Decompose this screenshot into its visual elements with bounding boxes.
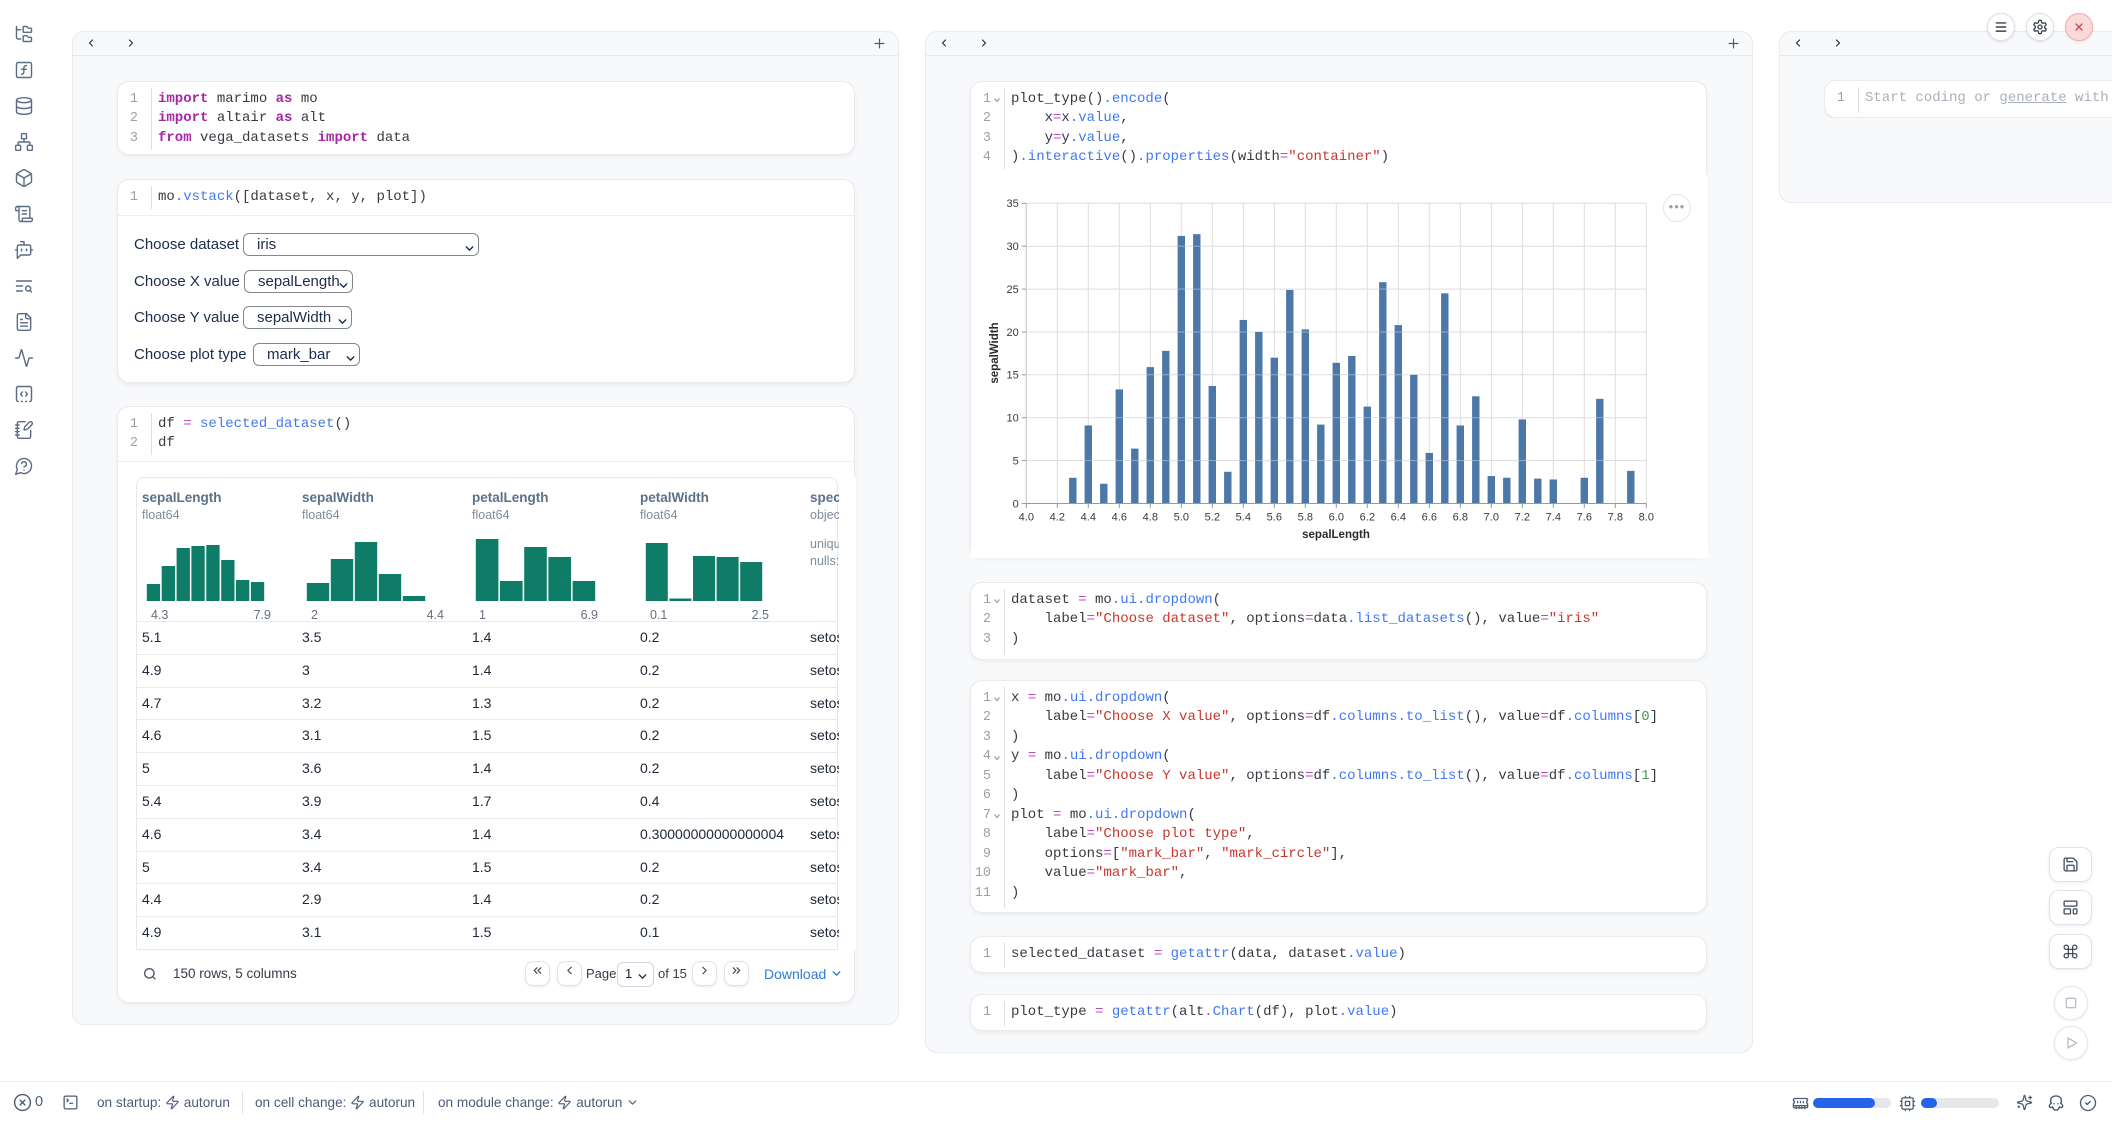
svg-text:6.4: 6.4 xyxy=(1391,512,1406,524)
svg-text:4.8: 4.8 xyxy=(1143,512,1158,524)
svg-text:5.6: 5.6 xyxy=(1267,512,1282,524)
svg-text:6.8: 6.8 xyxy=(1453,512,1468,524)
svg-text:20: 20 xyxy=(1007,327,1019,339)
svg-text:7.4: 7.4 xyxy=(1546,512,1561,524)
svg-text:4.0: 4.0 xyxy=(1019,512,1034,524)
svg-text:5: 5 xyxy=(1013,455,1019,467)
svg-text:35: 35 xyxy=(1007,198,1019,210)
svg-text:30: 30 xyxy=(1007,241,1019,253)
svg-text:4.6: 4.6 xyxy=(1112,512,1127,524)
svg-text:6.2: 6.2 xyxy=(1360,512,1375,524)
svg-text:4.4: 4.4 xyxy=(1081,512,1096,524)
svg-text:10: 10 xyxy=(1007,413,1019,425)
svg-text:7.2: 7.2 xyxy=(1515,512,1530,524)
svg-text:5.4: 5.4 xyxy=(1236,512,1251,524)
svg-text:sepalWidth: sepalWidth xyxy=(989,322,1001,383)
svg-text:4.2: 4.2 xyxy=(1050,512,1065,524)
svg-text:6.0: 6.0 xyxy=(1329,512,1344,524)
svg-text:6.6: 6.6 xyxy=(1422,512,1437,524)
svg-text:7.0: 7.0 xyxy=(1484,512,1499,524)
svg-text:7.8: 7.8 xyxy=(1608,512,1623,524)
svg-text:15: 15 xyxy=(1007,370,1019,382)
svg-text:0: 0 xyxy=(1013,498,1019,510)
svg-text:8.0: 8.0 xyxy=(1639,512,1654,524)
svg-text:5.2: 5.2 xyxy=(1205,512,1220,524)
svg-text:sepalLength: sepalLength xyxy=(1302,529,1370,541)
svg-text:5.0: 5.0 xyxy=(1174,512,1189,524)
svg-text:25: 25 xyxy=(1007,284,1019,296)
svg-text:5.8: 5.8 xyxy=(1298,512,1313,524)
svg-text:7.6: 7.6 xyxy=(1577,512,1592,524)
